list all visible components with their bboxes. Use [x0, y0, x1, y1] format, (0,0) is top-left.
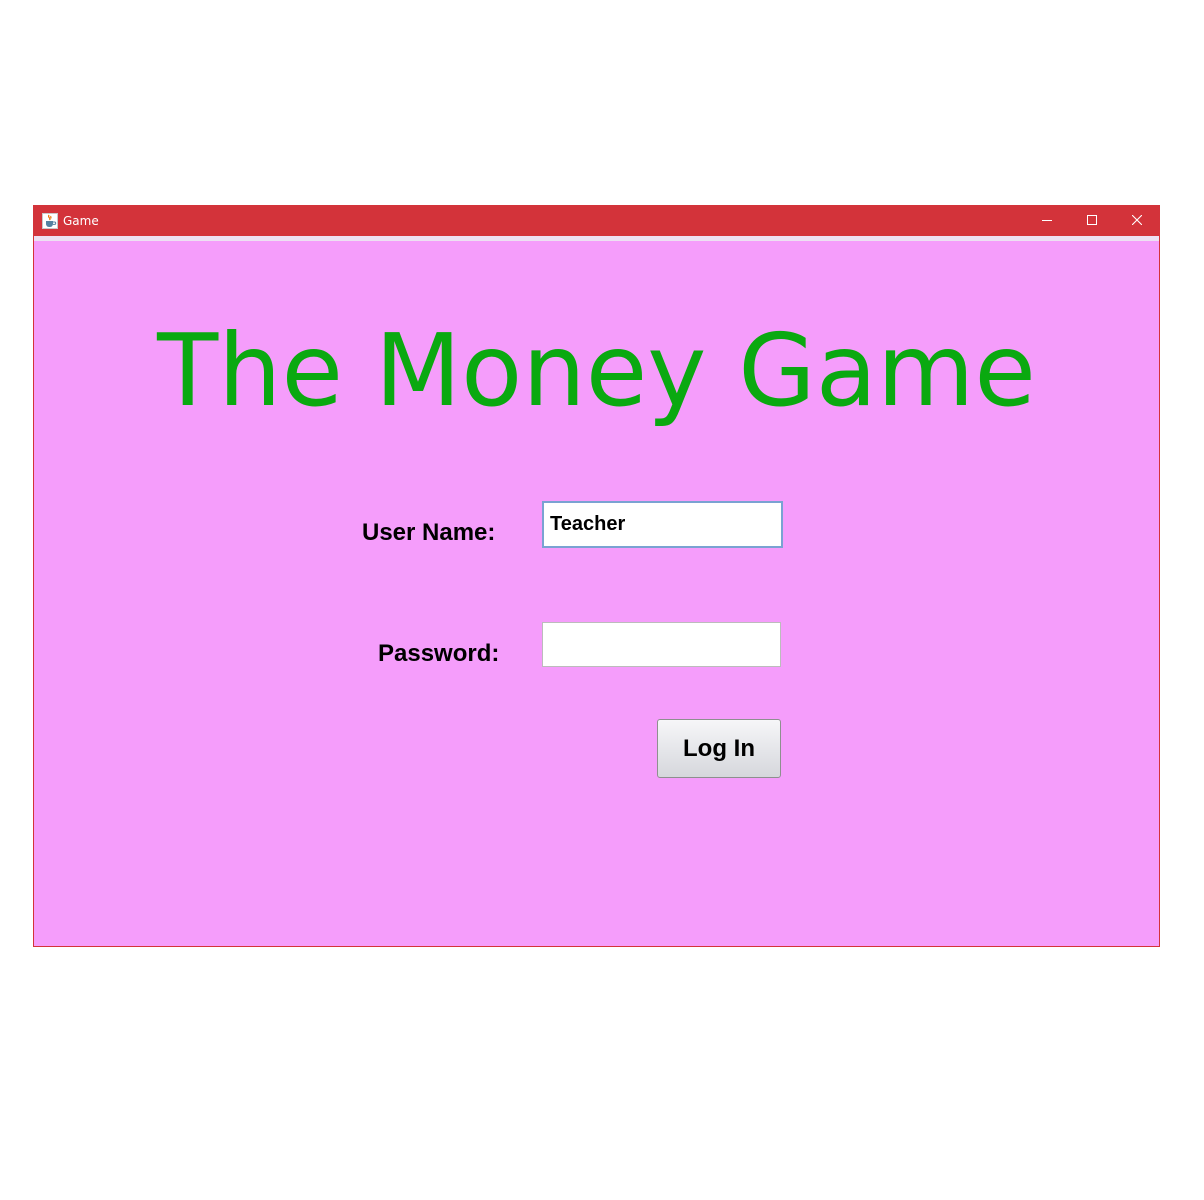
close-button[interactable]: [1114, 206, 1159, 236]
menu-strip: [34, 236, 1159, 241]
minimize-button[interactable]: [1024, 206, 1069, 236]
username-label: User Name:: [362, 519, 496, 546]
maximize-icon: [1086, 212, 1097, 230]
title-bar[interactable]: Game: [34, 206, 1159, 236]
game-window: Game The Money Game User Name: Password:…: [33, 205, 1160, 947]
password-field[interactable]: [542, 622, 781, 667]
login-button[interactable]: Log In: [657, 719, 781, 778]
username-field[interactable]: [542, 501, 783, 548]
java-cup-icon: [42, 213, 58, 229]
window-title: Game: [63, 214, 99, 228]
page-title: The Money Game: [157, 312, 1036, 429]
minimize-icon: [1041, 212, 1052, 230]
maximize-button[interactable]: [1069, 206, 1114, 236]
close-icon: [1131, 212, 1142, 230]
password-label: Password:: [378, 640, 500, 667]
